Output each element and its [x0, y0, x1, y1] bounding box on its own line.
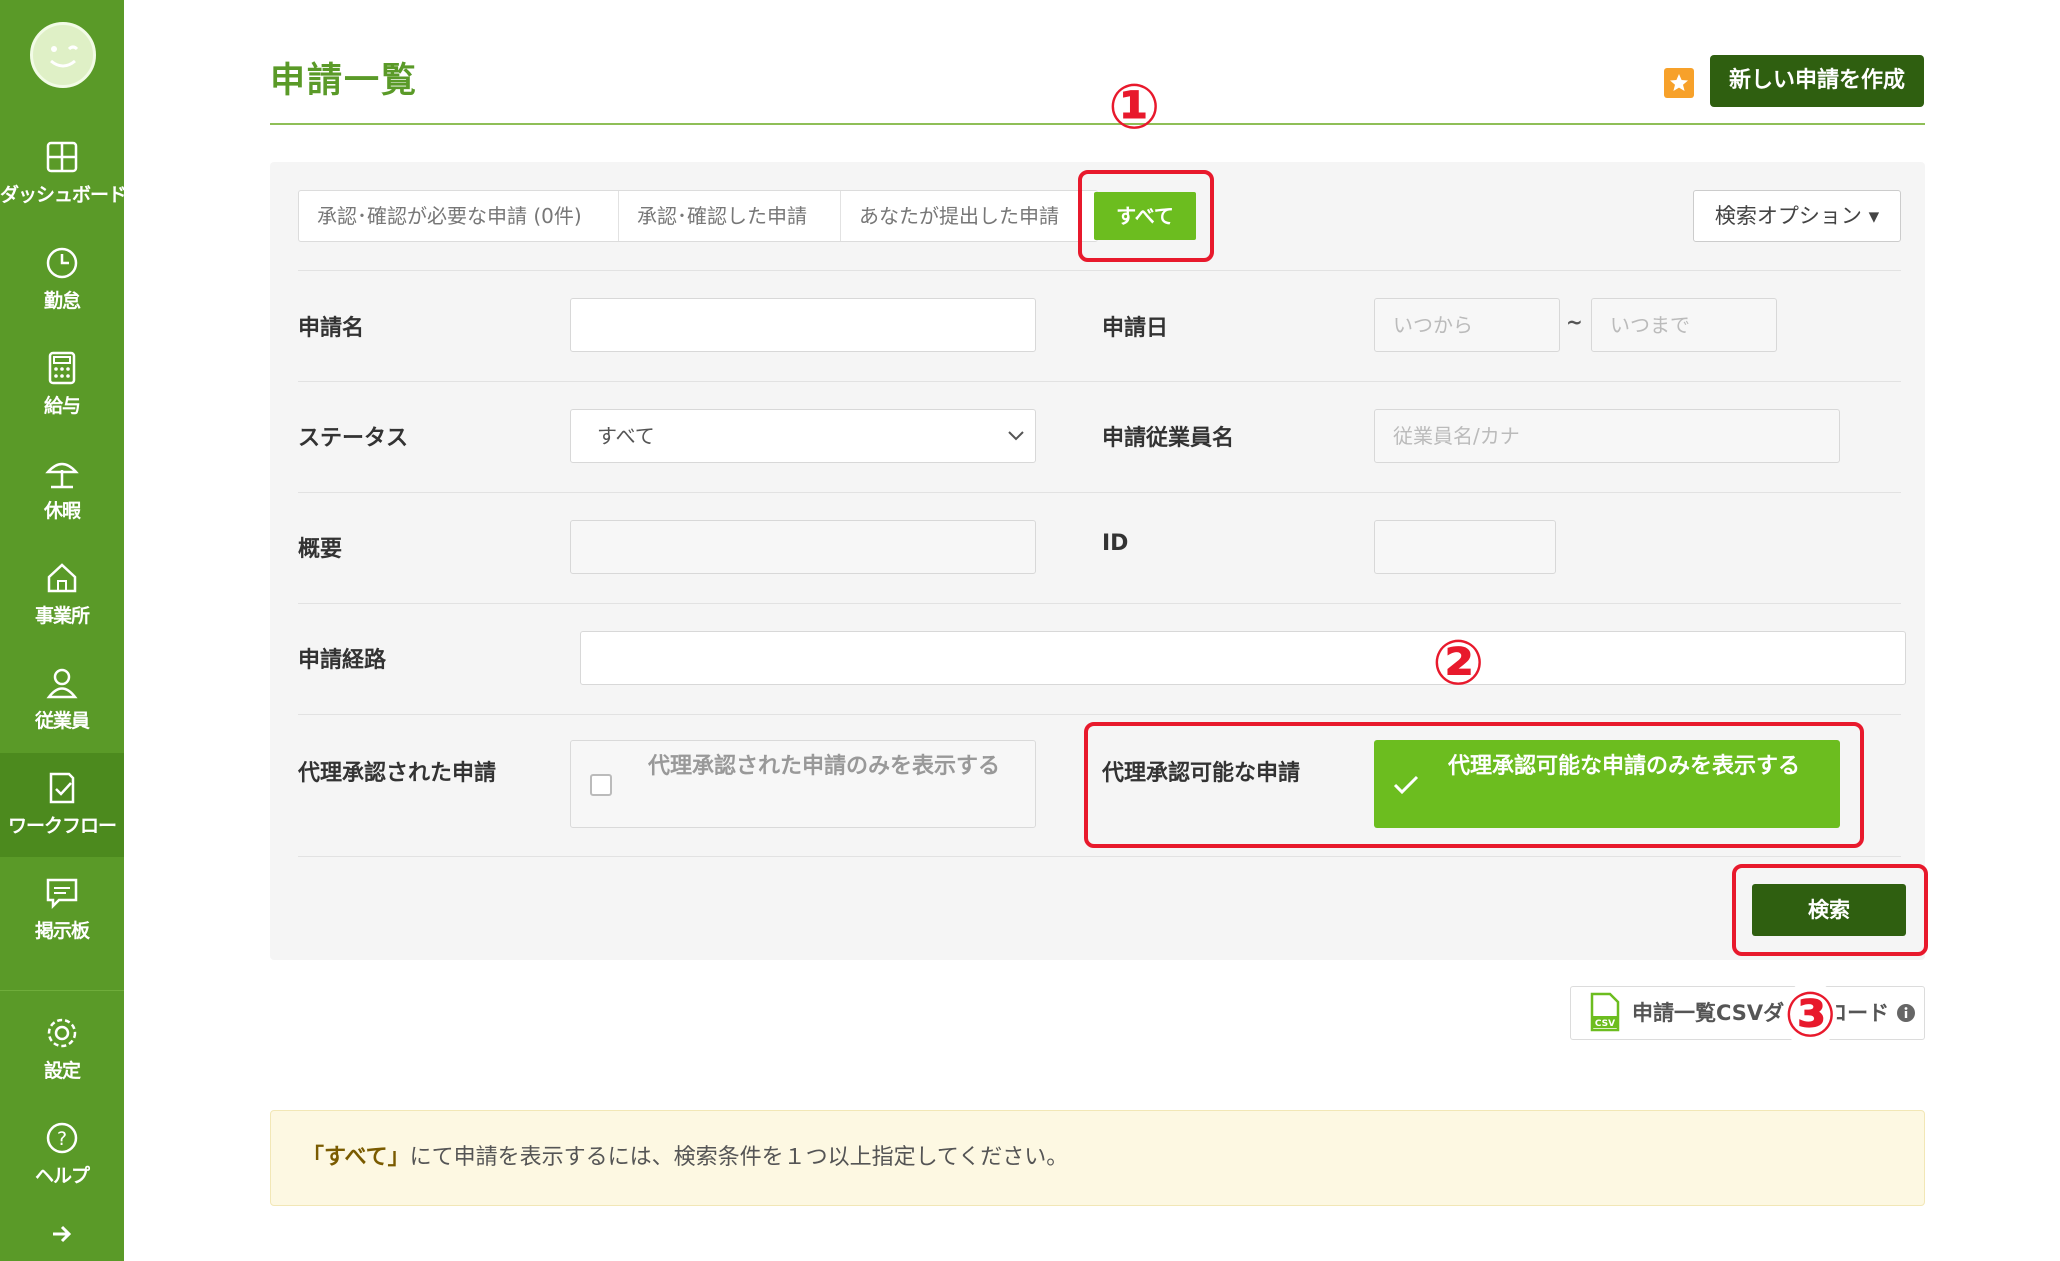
nav-help-label: ヘルプ — [34, 1165, 90, 1187]
date-to-placeholder: いつまで — [1610, 313, 1690, 337]
date-from-placeholder: いつから — [1393, 313, 1473, 337]
nav-board-label: 掲示板 — [34, 920, 90, 942]
route-label: 申請経路 — [298, 648, 387, 673]
employee-name-input[interactable]: 従業員名/カナ — [1374, 409, 1840, 463]
page-title: 申請一覧 — [270, 61, 419, 101]
nav-attendance-label: 勤怠 — [43, 290, 81, 312]
proxy-approved-checkbox-label: 代理承認された申請のみを表示する — [647, 754, 1000, 779]
employee-name-placeholder: 従業員名/カナ — [1393, 424, 1520, 448]
divider — [298, 492, 1901, 493]
annotation-box-3 — [1732, 864, 1928, 956]
nav-workflow[interactable]: ワークフロー — [0, 753, 124, 857]
summary-input[interactable] — [570, 520, 1036, 574]
status-select[interactable]: すべて — [570, 409, 1036, 463]
divider — [298, 714, 1901, 715]
tab-needs-approval[interactable]: 承認･確認が必要な申請 (0件) — [299, 191, 619, 241]
nav-settings[interactable]: 設定 — [0, 998, 124, 1102]
person-icon — [46, 668, 78, 699]
nav-attendance[interactable]: 勤怠 — [0, 228, 124, 332]
star-icon[interactable] — [1664, 68, 1694, 98]
annotation-box-1 — [1078, 170, 1214, 262]
svg-text:CSV: CSV — [1595, 1019, 1615, 1029]
info-icon[interactable] — [1896, 1003, 1916, 1023]
sidebar: ダッシュボード 勤怠 給与 休暇 事業所 従業員 ワークフロー 掲示板 設定 ?… — [0, 0, 127, 1261]
nav-board[interactable]: 掲示板 — [0, 858, 124, 962]
request-date-label: 申請日 — [1102, 316, 1169, 341]
chat-icon — [46, 878, 78, 910]
chevron-down-icon — [1008, 431, 1024, 441]
id-label: ID — [1102, 531, 1129, 556]
route-input[interactable] — [580, 631, 1906, 685]
request-name-label: 申請名 — [298, 316, 365, 341]
divider — [298, 603, 1901, 604]
user-avatar[interactable] — [30, 22, 96, 88]
annotation-marker-3: ③ — [1784, 978, 1837, 1051]
nav-employees-label: 従業員 — [34, 710, 90, 732]
nav-office[interactable]: 事業所 — [0, 543, 124, 647]
divider — [298, 270, 1901, 271]
employee-name-label: 申請従業員名 — [1102, 426, 1235, 451]
help-icon: ? — [46, 1122, 78, 1154]
nav-payroll-label: 給与 — [43, 395, 81, 417]
tab-approved[interactable]: 承認･確認した申請 — [619, 191, 841, 241]
nav-leave-label: 休暇 — [43, 500, 81, 522]
csv-file-icon: CSV — [1590, 992, 1620, 1032]
notice-text: 「すべて」にて申請を表示するには、検索条件を１つ以上指定してください。 — [302, 1110, 1068, 1206]
search-options-button[interactable]: 検索オプション ▾ — [1693, 190, 1901, 242]
collapse-arrow-icon[interactable] — [50, 1222, 74, 1250]
nav-employees[interactable]: 従業員 — [0, 648, 124, 752]
annotation-box-2 — [1084, 722, 1864, 848]
request-name-input[interactable] — [570, 298, 1036, 352]
notice-body: にて申請を表示するには、検索条件を１つ以上指定してください。 — [409, 1145, 1069, 1170]
proxy-approved-checkbox[interactable] — [590, 774, 612, 796]
proxy-approved-label: 代理承認された申請 — [298, 761, 497, 786]
nav-payroll[interactable]: 給与 — [0, 333, 124, 437]
csv-download-label: 申請一覧CSVダウンロード — [1632, 1001, 1890, 1025]
umbrella-icon — [45, 462, 79, 489]
home-icon — [47, 563, 77, 593]
nav-settings-label: 設定 — [43, 1060, 81, 1082]
status-label: ステータス — [298, 426, 409, 451]
nav-leave[interactable]: 休暇 — [0, 438, 124, 542]
nav-dashboard-label: ダッシュボード — [0, 184, 127, 206]
nav-dashboard[interactable]: ダッシュボード — [0, 122, 127, 226]
gear-icon — [47, 1018, 77, 1048]
annotation-marker-2: ② — [1432, 626, 1485, 699]
new-request-button[interactable]: 新しい申請を作成 — [1710, 55, 1924, 107]
clock-icon — [46, 247, 78, 279]
id-input[interactable] — [1374, 520, 1556, 574]
annotation-marker-1: ① — [1108, 70, 1161, 143]
divider — [298, 381, 1901, 382]
title-divider — [270, 123, 1925, 125]
status-select-value: すべて — [597, 424, 655, 448]
divider — [298, 856, 1901, 857]
date-to-input[interactable]: いつまで — [1591, 298, 1777, 352]
nav-workflow-label: ワークフロー — [7, 815, 117, 837]
dashboard-icon — [46, 141, 78, 173]
svg-text:?: ? — [57, 1128, 67, 1150]
sidebar-divider — [0, 990, 124, 991]
calculator-icon — [48, 351, 76, 385]
notice-bold: 「すべて」 — [302, 1145, 410, 1170]
nav-office-label: 事業所 — [34, 605, 90, 627]
workflow-icon — [49, 772, 75, 804]
filter-tabs: 承認･確認が必要な申請 (0件) 承認･確認した申請 あなたが提出した申請 — [298, 190, 1098, 242]
date-separator: ~ — [1566, 310, 1583, 334]
summary-label: 概要 — [298, 537, 343, 562]
date-from-input[interactable]: いつから — [1374, 298, 1560, 352]
tab-submitted[interactable]: あなたが提出した申請 — [841, 191, 1095, 241]
nav-help[interactable]: ? ヘルプ — [0, 1103, 124, 1207]
smiley-icon — [50, 45, 79, 68]
